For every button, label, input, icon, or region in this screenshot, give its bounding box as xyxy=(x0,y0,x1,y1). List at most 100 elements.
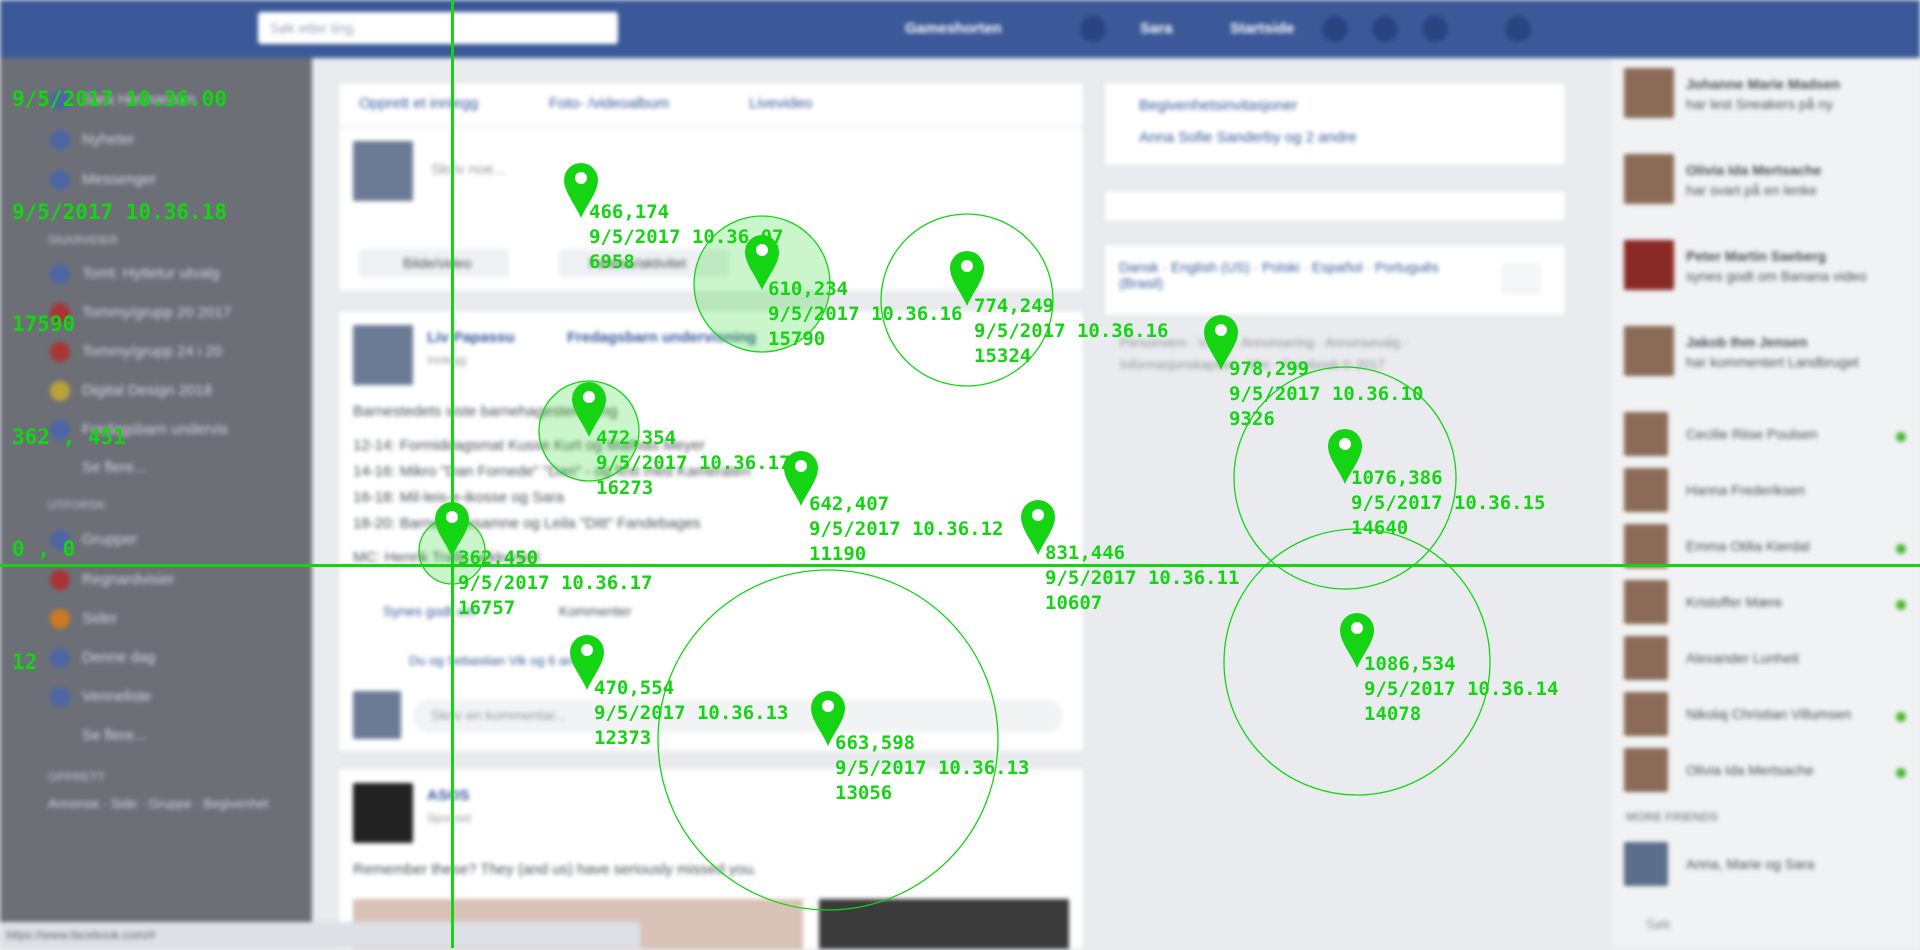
search-input[interactable]: Søk etter ting xyxy=(258,12,618,44)
friend-requests-icon[interactable] xyxy=(1322,16,1348,42)
avatar xyxy=(1624,524,1668,568)
add-language-button[interactable] xyxy=(1501,263,1541,295)
sidebar-item-memories[interactable]: Denne dag xyxy=(50,646,155,670)
sidebar-see-more[interactable]: Se flere... xyxy=(50,456,146,480)
tab-live-video[interactable]: Livevideo xyxy=(749,95,812,112)
sidebar-item-shortcut[interactable]: Digital Design 2018 xyxy=(50,379,212,403)
post-line: Barnestedets siste barnehagestemming xyxy=(353,403,618,420)
sidebar-see-more[interactable]: Se flere... xyxy=(50,724,146,748)
composer-input[interactable]: Skriv noe... xyxy=(431,161,506,178)
avatar xyxy=(1624,326,1674,376)
nav-profile[interactable]: Sara xyxy=(1140,0,1173,58)
notifications-icon[interactable] xyxy=(1422,16,1448,42)
contact-item[interactable]: Emma Otilia Kierdal xyxy=(1624,524,1914,582)
reactions-summary[interactable]: Du og Sebastian Vik og 6 andre xyxy=(409,653,592,668)
ticker-text: har kommentert Landbruget xyxy=(1686,354,1859,370)
nav-home[interactable]: Startside xyxy=(1230,0,1294,58)
trophy-icon xyxy=(50,381,70,402)
ticker-item[interactable]: Peter Martin Saeberg synes godt om Banana… xyxy=(1624,240,1914,298)
group-icon xyxy=(50,303,70,324)
online-indicator xyxy=(1896,768,1906,778)
sidebar-item-news[interactable]: Nyheter xyxy=(50,128,135,152)
friends-icon xyxy=(50,687,70,708)
sidebar-item-groups[interactable]: Grupper xyxy=(50,528,137,552)
comment-button[interactable]: Kommenter xyxy=(559,603,631,619)
more-friends-heading: MORE FRIENDS xyxy=(1626,810,1719,824)
contact-name: Cecilie Riise Poulsen xyxy=(1686,426,1818,442)
news-icon xyxy=(50,130,70,151)
post-author[interactable]: Liv Papassu xyxy=(427,329,515,346)
avatar[interactable] xyxy=(1080,16,1106,42)
sidebar-item-profile[interactable]: Sara Hermansen xyxy=(50,88,195,112)
group-icon xyxy=(50,264,70,285)
comment-placeholder: Skriv en kommentar... xyxy=(431,707,567,723)
sidebar-item-shortcut[interactable]: Tomt: Hyttetur utvalg xyxy=(50,262,220,286)
online-indicator xyxy=(1896,712,1906,722)
ad-author[interactable]: ASOS xyxy=(427,787,470,804)
tab-create-post[interactable]: Opprett et innlegg xyxy=(359,95,478,112)
ticker-item[interactable]: Olivia Ida Mertsache har svart på en lenk… xyxy=(1624,154,1914,212)
ad-text: Remember these? They (and us) have serio… xyxy=(353,861,758,878)
top-bar: Søk etter ting Gameshorten Sara Startsid… xyxy=(0,0,1920,58)
sidebar-item-label: Regnardvisier xyxy=(82,571,175,588)
blurred-facebook-page: Søk etter ting Gameshorten Sara Startsid… xyxy=(0,0,1920,950)
right-sidebar: Johanne Marie Madsen har lest Sneakers på… xyxy=(1612,58,1920,948)
sidebar-item-label: Digital Design 2018 xyxy=(82,382,213,399)
online-indicator xyxy=(1896,600,1906,610)
sidebar-item-events[interactable]: Regnardvisier xyxy=(50,568,175,592)
section-create: OPPRETT xyxy=(48,770,105,784)
ad-image[interactable] xyxy=(819,899,1069,949)
messages-icon[interactable] xyxy=(1372,16,1398,42)
sidebar-item-shortcut[interactable]: Tommy/grupp 24 i 20 xyxy=(50,340,222,364)
contact-item[interactable]: Nikolaj Christian Villumsen xyxy=(1624,692,1914,750)
contact-item[interactable]: Alexander Lunheit xyxy=(1624,636,1914,694)
sidebar-item-friends[interactable]: Venneliste xyxy=(50,685,151,709)
chevron-down-icon xyxy=(50,726,70,746)
post-group[interactable]: Fredagsbarn undervisning xyxy=(567,329,756,346)
sidebar-item-label: Nyheter xyxy=(82,131,135,148)
nav-gameshorten[interactable]: Gameshorten xyxy=(905,0,1002,58)
sidebar-item-label: Sider xyxy=(82,610,118,627)
section-shortcuts: SNARVEIER xyxy=(48,233,118,247)
event-invitations[interactable]: Begivenhetsinvitasjoner xyxy=(1139,97,1297,114)
contact-item[interactable]: Olivia Ida Mertsache xyxy=(1624,748,1914,806)
contact-name: Anna, Marie og Sara xyxy=(1686,856,1815,872)
sidebar-item-shortcut[interactable]: Fredagsbarn undervis xyxy=(50,418,228,442)
composer-tabs: Opprett et innlegg Foto- /videoalbum Liv… xyxy=(338,82,1084,127)
post-line: 14-16: Mikro "Dan Fornede" "Dan" - og fe… xyxy=(353,463,751,480)
help-icon[interactable] xyxy=(1505,16,1531,42)
group-icon xyxy=(50,342,70,363)
language-box: Dansk · English (US) · Polski · Español … xyxy=(1104,244,1566,316)
avatar xyxy=(1624,468,1668,512)
chat-search-input[interactable]: Søk xyxy=(1646,916,1671,932)
footer-links[interactable]: Personvern · Vilkår · Annonsering · Anno… xyxy=(1120,332,1520,376)
empty-box xyxy=(1104,190,1566,222)
sidebar-item-label: Se flere... xyxy=(82,459,147,476)
contact-item[interactable]: Cecilie Riise Poulsen xyxy=(1624,412,1914,470)
birthday-link[interactable]: Anna Sofie Sanderby og 2 andre xyxy=(1139,129,1357,146)
asos-logo xyxy=(353,783,413,843)
events-box: Begivenhetsinvitasjoner Anna Sofie Sande… xyxy=(1104,82,1566,166)
sidebar-item-shortcut[interactable]: Tommy/grupp 20 2017 xyxy=(50,301,231,325)
contact-name: Kristoffer Mære xyxy=(1686,594,1783,610)
contact-item[interactable]: Hanna Frederiksen xyxy=(1624,468,1914,526)
group-chat-item[interactable]: Anna, Marie og Sara xyxy=(1624,842,1914,900)
languages[interactable]: Dansk · English (US) · Polski · Español … xyxy=(1119,259,1479,291)
create-links[interactable]: Annonse · Side · Gruppe · Begivenhet xyxy=(48,792,268,816)
avatar xyxy=(1624,748,1668,792)
contact-item[interactable]: Kristoffer Mære xyxy=(1624,580,1914,638)
tab-photo-album[interactable]: Foto- /videoalbum xyxy=(549,95,669,112)
sidebar-item-label: Sara Hermansen xyxy=(82,91,196,108)
post-meta: Innlegg xyxy=(427,353,467,367)
ticker-item[interactable]: Johanne Marie Madsen har lest Sneakers på… xyxy=(1624,68,1914,126)
sidebar-item-messenger[interactable]: Messenger xyxy=(50,168,156,192)
composer: Skriv noe... Bilde/video Følelse/aktivit… xyxy=(338,126,1084,292)
ticker-item[interactable]: Jakob Ihm Jensen har kommentert Landbruge… xyxy=(1624,326,1914,384)
avatar xyxy=(1624,240,1674,290)
sidebar-item-pages[interactable]: Sider xyxy=(50,607,117,631)
online-indicator xyxy=(1896,544,1906,554)
like-button[interactable]: Synes godt om xyxy=(383,603,476,619)
online-indicator xyxy=(1896,432,1906,442)
ad-meta: Sponset xyxy=(427,811,472,825)
contact-name: Olivia Ida Mertsache xyxy=(1686,762,1814,778)
